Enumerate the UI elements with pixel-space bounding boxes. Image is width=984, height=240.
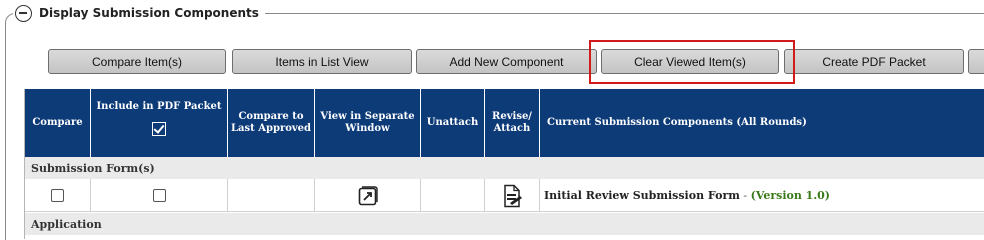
submission-components-table: Compare Include in PDF Packet Compare to…: [24, 89, 984, 239]
group-row-application: Application: [25, 213, 984, 235]
header-include-pdf-label: Include in PDF Packet: [96, 101, 222, 112]
include-pdf-cell: [91, 179, 228, 212]
section-legend: Display Submission Components: [13, 3, 265, 23]
table-header: Compare Include in PDF Packet Compare to…: [25, 89, 984, 157]
more-button[interactable]: [968, 49, 984, 74]
group-row-submission-forms: Submission Form(s): [25, 157, 984, 179]
highlight-box: [589, 40, 795, 84]
component-version: (Version 1.0): [750, 189, 831, 202]
header-include-pdf: Include in PDF Packet: [91, 89, 228, 157]
header-view-separate: View in Separate Window: [315, 89, 421, 157]
compare-checkbox[interactable]: [51, 189, 64, 202]
component-name: Initial Review Submission Form: [544, 189, 740, 202]
header-current-components: Current Submission Components (All Round…: [547, 117, 807, 128]
header-compare: Compare: [25, 89, 91, 157]
compare-last-cell: [228, 179, 315, 212]
include-pdf-checkbox[interactable]: [152, 189, 166, 202]
unattach-cell: [421, 179, 485, 212]
document-revise-icon[interactable]: [501, 184, 523, 208]
section-title: Display Submission Components: [39, 6, 259, 20]
external-window-icon[interactable]: [357, 185, 379, 207]
compare-cell: [25, 179, 91, 212]
items-list-view-button[interactable]: Items in List View: [232, 49, 412, 74]
header-revise: Revise/ Attach: [485, 89, 540, 157]
create-pdf-packet-button[interactable]: Create PDF Packet: [784, 49, 964, 74]
header-unattach: Unattach: [421, 89, 485, 157]
current-component-cell: Initial Review Submission Form - (Versio…: [540, 179, 984, 212]
view-separate-cell: [315, 179, 421, 212]
component-link[interactable]: Initial Review Submission Form - (Versio…: [544, 189, 830, 202]
compare-items-button[interactable]: Compare Item(s): [48, 49, 226, 74]
add-new-component-button[interactable]: Add New Component: [416, 49, 597, 74]
check-all-icon[interactable]: [152, 122, 166, 136]
header-compare-last: Compare to Last Approved: [228, 89, 315, 157]
collapse-icon[interactable]: [15, 4, 32, 22]
component-separator: -: [739, 189, 751, 202]
revise-cell: [485, 179, 540, 212]
table-row: Initial Review Submission Form - (Versio…: [25, 179, 984, 212]
